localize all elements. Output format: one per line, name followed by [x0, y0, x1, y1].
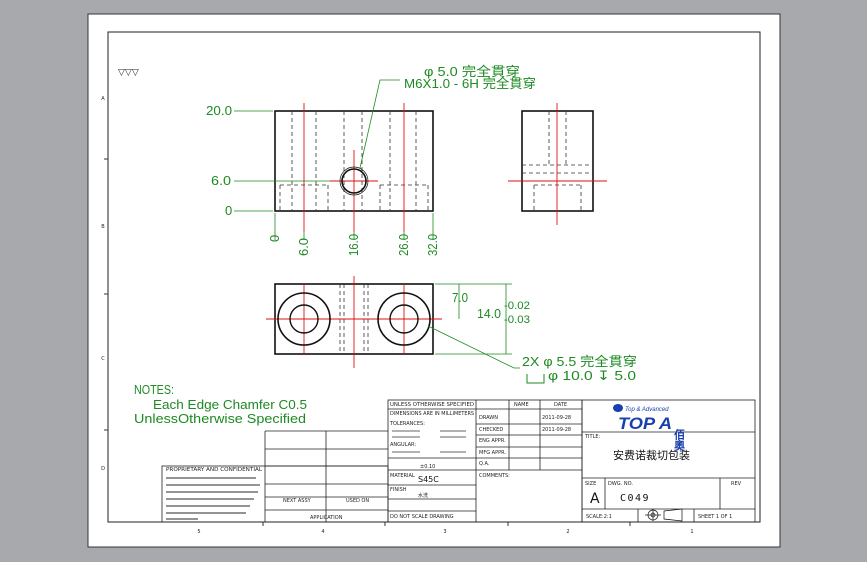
tb-dwg-value: C049: [620, 493, 650, 504]
tb-do-not-scale: DO NOT SCALE DRAWING: [390, 514, 454, 520]
tb-tolerance-value: ±0.10: [420, 464, 435, 470]
dim-14: 14.0: [477, 306, 501, 321]
tb-mfg-appr: MFG APPR.: [479, 450, 506, 456]
notes-line2: UnlessOtherwise Specified: [134, 411, 306, 426]
dim-x6: 6.0: [296, 238, 311, 256]
tb-dims-in: DIMENSIONS ARE IN MILLIMETERS: [390, 411, 474, 417]
dim-y0: 0: [225, 203, 232, 218]
dim-x0: 0: [267, 235, 282, 242]
tb-application: APPLICATION: [310, 515, 343, 521]
border-number: 2: [566, 529, 569, 535]
tb-sheet: SHEET 1 OF 1: [698, 514, 732, 520]
border-number: 3: [443, 529, 446, 535]
tb-unless: UNLESS OTHERWISE SPECIFIED: [390, 402, 474, 408]
tb-finish-label: FINISH: [390, 487, 407, 493]
dim-x26: 26.0: [396, 234, 411, 256]
tb-finish-value: 水洗: [418, 492, 428, 499]
tb-material-value: S45C: [418, 475, 439, 484]
tb-used-on: USED ON: [346, 498, 369, 504]
tb-next-assy: NEXT ASSY: [283, 498, 312, 504]
border-number: 5: [197, 529, 200, 535]
tb-name-col: NAME: [514, 402, 529, 408]
tb-angular: ANGULAR:: [390, 442, 416, 448]
tb-dwg-label: DWG. NO.: [608, 481, 633, 487]
border-number: 4: [321, 529, 324, 535]
tb-date2: 2011-09-28: [542, 427, 571, 433]
callout-holes-line1: 2X φ 5.5 完全貫穿: [522, 354, 637, 369]
tb-rev-label: REV: [731, 481, 742, 487]
tb-size-label: SIZE: [585, 481, 596, 487]
dim-tol-lower: -0.03: [504, 314, 530, 326]
logo-text: TOP A: [618, 414, 672, 433]
tb-drawn: DRAWN: [479, 415, 498, 421]
dim-x16: 16.0: [346, 234, 361, 256]
dim-x32: 32.0: [425, 234, 440, 256]
tb-tolerances: TOLERANCES:: [389, 421, 425, 427]
tb-date-col: DATE: [554, 402, 567, 408]
tb-proprietary: PROPRIETARY AND CONFIDENTIAL: [166, 467, 262, 473]
callout-top-line2: M6X1.0 - 6H 完全貫穿: [404, 76, 536, 91]
dim-y6: 6.0: [211, 173, 231, 188]
logo-tagline: Top & Advanced: [625, 407, 669, 413]
dim-tol-upper: -0.02: [504, 300, 530, 312]
side-letter: B: [101, 224, 105, 230]
tb-title-label: TITLE:: [584, 434, 601, 440]
tb-date1: 2011-09-28: [542, 415, 571, 421]
tb-material-label: MATERIAL: [390, 473, 415, 479]
border-number: 1: [690, 529, 693, 535]
dim-7: 7.0: [452, 290, 468, 305]
tb-eng-appr: ENG APPR.: [479, 438, 506, 444]
drawing-canvas: 5 4 3 2 1 A B C D ▽▽▽ 20.0 6.0 0 0 6.0 1…: [87, 13, 781, 548]
tb-checked: CHECKED: [479, 427, 503, 433]
side-letter: D: [101, 466, 105, 472]
side-letter: C: [101, 356, 105, 362]
dim-y20: 20.0: [206, 103, 232, 118]
surface-finish-symbol: ▽▽▽: [118, 68, 139, 78]
tb-scale: SCALE:2:1: [586, 514, 612, 520]
tb-comments: COMMENTS:: [479, 473, 510, 479]
side-letter: A: [101, 96, 105, 102]
notes-line1: Each Edge Chamfer C0.5: [153, 397, 307, 412]
callout-holes-line2: φ 10.0 ↧ 5.0: [548, 368, 636, 383]
tb-title-value: 安费诺裁切包装: [613, 448, 690, 462]
tb-qa: Q.A.: [479, 461, 490, 467]
notes-title: NOTES:: [134, 382, 174, 397]
cad-drawing-viewport: 5 4 3 2 1 A B C D ▽▽▽ 20.0 6.0 0 0 6.0 1…: [0, 0, 867, 562]
tb-size-value: A: [590, 491, 600, 507]
